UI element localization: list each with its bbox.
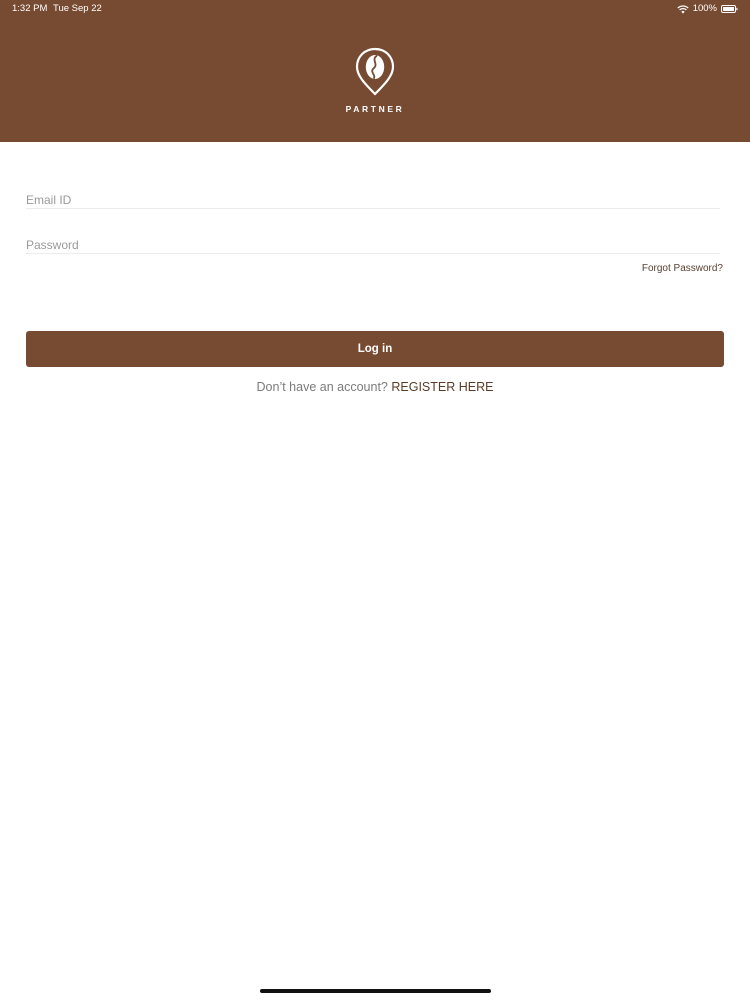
email-input[interactable] xyxy=(26,190,720,210)
status-date: Tue Sep 22 xyxy=(53,3,102,14)
login-button[interactable]: Log in xyxy=(26,331,724,367)
password-field[interactable] xyxy=(26,235,720,255)
wifi-icon xyxy=(677,4,689,14)
register-row: Don’t have an account? REGISTER HERE xyxy=(0,380,750,394)
register-prompt: Don’t have an account? xyxy=(256,380,388,394)
home-indicator[interactable] xyxy=(260,989,491,993)
battery-icon xyxy=(721,5,738,13)
status-bar: 1:32 PM Tue Sep 22 100% xyxy=(0,0,750,18)
forgot-password-link[interactable]: Forgot Password? xyxy=(642,263,723,274)
brand-name: PARTNER xyxy=(345,104,405,114)
register-link[interactable]: REGISTER HERE xyxy=(391,380,493,394)
email-field[interactable] xyxy=(26,190,720,210)
coffee-bean-pin-icon xyxy=(355,47,395,96)
app-header: 1:32 PM Tue Sep 22 100% PARTNER xyxy=(0,0,750,142)
battery-percentage: 100% xyxy=(692,3,717,14)
status-indicators: 100% xyxy=(677,0,738,18)
status-time: 1:32 PM xyxy=(12,3,48,14)
password-input[interactable] xyxy=(26,235,720,255)
